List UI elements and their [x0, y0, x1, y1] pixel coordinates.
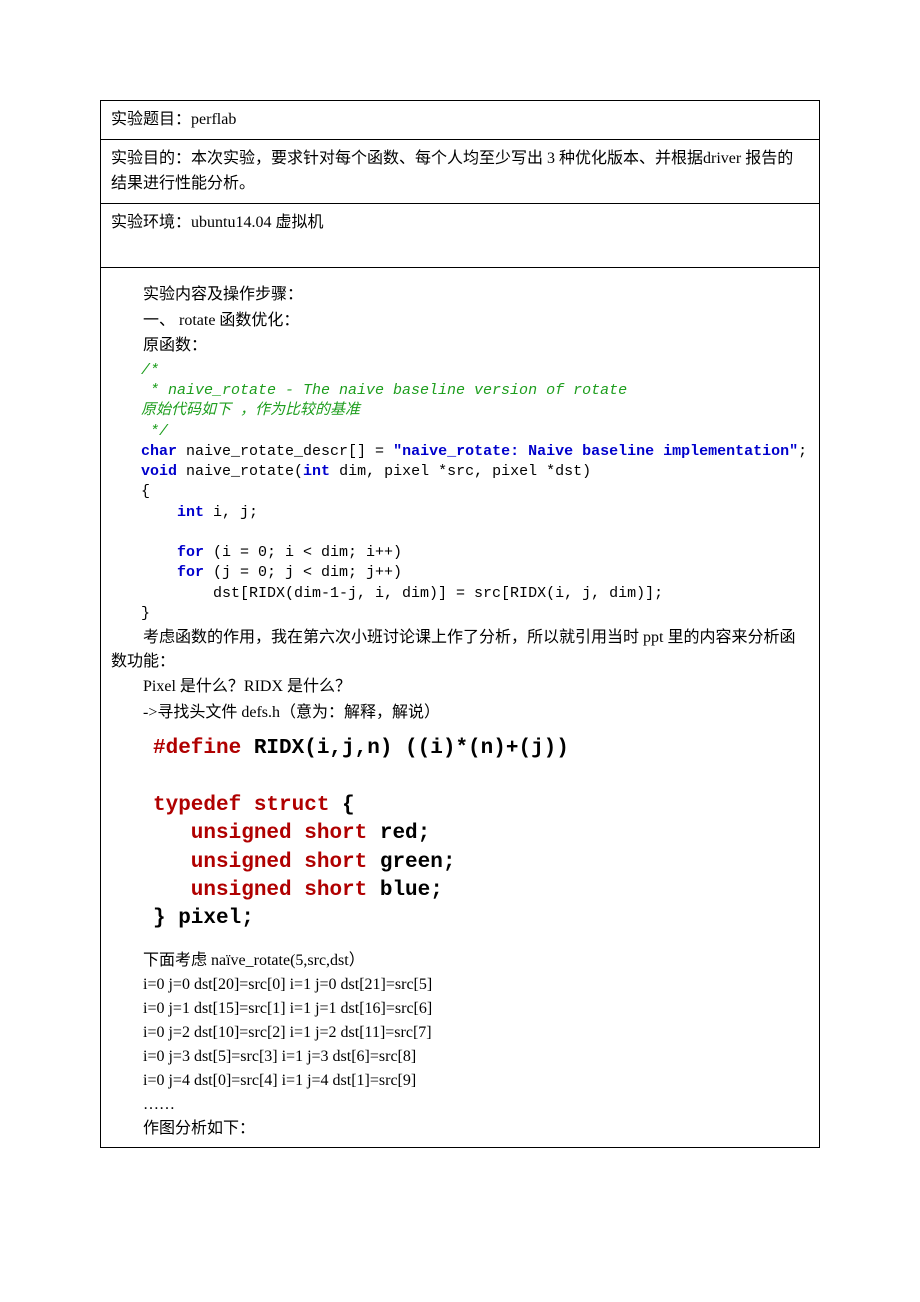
document-page: 实验题目：perflab 实验目的：本次实验，要求针对每个函数、每个人均至少写出… — [0, 0, 920, 1302]
code-text: ; — [798, 443, 807, 460]
code-keyword: #define — [153, 737, 241, 760]
title-cell: 实验题目：perflab — [100, 100, 820, 140]
trace-row: i=0 j=2 dst[10]=src[2] i=1 j=2 dst[11]=s… — [143, 1021, 809, 1045]
code-keyword: struct — [254, 794, 330, 817]
trace-block: i=0 j=0 dst[20]=src[0] i=1 j=0 dst[21]=s… — [111, 973, 809, 1141]
code-comment: */ — [141, 423, 168, 440]
code-text — [292, 822, 305, 845]
analysis-text: 考虑函数的作用，我在第六次小班讨论课上作了分析，所以就引用当时 ppt 里的内容… — [143, 629, 795, 646]
trace-row: i=0 j=3 dst[5]=src[3] i=1 j=3 dst[6]=src… — [143, 1045, 809, 1069]
code-text — [241, 794, 254, 817]
code-string: "naive_rotate: Naive baseline implementa… — [393, 443, 798, 460]
code-text: blue; — [367, 879, 443, 902]
analysis-paragraph: 考虑函数的作用，我在第六次小班讨论课上作了分析，所以就引用当时 ppt 里的内容… — [111, 626, 809, 650]
code-text: (j = 0; j < dim; j++) — [204, 564, 402, 581]
code-keyword: for — [141, 544, 204, 561]
code-text: naive_rotate( — [177, 463, 303, 480]
code-keyword: short — [304, 879, 367, 902]
code-text: naive_rotate_descr[] = — [177, 443, 393, 460]
purpose-cell: 实验目的：本次实验，要求针对每个函数、每个人均至少写出 3 种优化版本、并根据d… — [100, 140, 820, 204]
code-text: (i = 0; i < dim; i++) — [204, 544, 402, 561]
code-keyword: unsigned — [153, 879, 292, 902]
code-text — [292, 879, 305, 902]
naive-rotate-code: /* * naive_rotate - The naive baseline v… — [141, 361, 809, 624]
code-keyword: short — [304, 851, 367, 874]
code-text: } pixel; — [153, 907, 254, 930]
code-comment: * naive_rotate - The naive baseline vers… — [141, 382, 627, 399]
code-keyword: char — [141, 443, 177, 460]
code-keyword: for — [141, 564, 204, 581]
code-keyword: typedef — [153, 794, 241, 817]
code-keyword: int — [141, 504, 204, 521]
code-keyword: int — [303, 463, 330, 480]
pixel-question: Pixel 是什么？RIDX 是什么？ — [111, 674, 809, 700]
purpose-value: 本次实验，要求针对每个函数、每个人均至少写出 3 种优化版本、并根据driver… — [111, 150, 793, 193]
code-text: { — [141, 483, 150, 500]
code-text: } — [141, 605, 150, 622]
orig-func-label: 原函数： — [111, 333, 809, 359]
code-keyword: unsigned — [153, 822, 292, 845]
code-text: { — [329, 794, 354, 817]
code-text: dim, pixel *src, pixel *dst) — [330, 463, 591, 480]
code-keyword: short — [304, 822, 367, 845]
consider-line: 下面考虑 naïve_rotate(5,src,dst） — [111, 948, 809, 974]
code-text: red; — [367, 822, 430, 845]
defs-code: #define RIDX(i,j,n) ((i)*(n)+(j)) typede… — [153, 735, 809, 933]
code-comment: /* — [141, 362, 159, 379]
env-cell: 实验环境：ubuntu14.04 虚拟机 — [100, 204, 820, 268]
trace-ellipsis: …… — [143, 1093, 809, 1117]
trace-row: i=0 j=4 dst[0]=src[4] i=1 j=4 dst[1]=src… — [143, 1069, 809, 1093]
code-keyword: unsigned — [153, 851, 292, 874]
analysis-paragraph-wrap: 数功能： — [111, 650, 809, 674]
section1-heading: 一、 rotate 函数优化： — [111, 308, 809, 334]
code-keyword: void — [141, 463, 177, 480]
env-label: 实验环境： — [111, 214, 191, 231]
code-text — [292, 851, 305, 874]
code-text: i, j; — [204, 504, 258, 521]
seek-defs-line: ->寻找头文件 defs.h（意为：解释，解说） — [111, 700, 809, 726]
purpose-label: 实验目的： — [111, 150, 191, 167]
env-value: ubuntu14.04 虚拟机 — [191, 214, 323, 231]
trace-row: i=0 j=1 dst[15]=src[1] i=1 j=1 dst[16]=s… — [143, 997, 809, 1021]
title-label: 实验题目： — [111, 111, 191, 128]
code-comment: 原始代码如下 ，作为比较的基准 — [141, 402, 360, 419]
trace-row: i=0 j=0 dst[20]=src[0] i=1 j=0 dst[21]=s… — [143, 973, 809, 997]
plot-line: 作图分析如下： — [143, 1117, 809, 1141]
title-value: perflab — [191, 111, 236, 128]
code-text: green; — [367, 851, 455, 874]
steps-heading: 实验内容及操作步骤： — [111, 282, 809, 308]
code-text: dst[RIDX(dim-1-j, i, dim)] = src[RIDX(i,… — [141, 585, 663, 602]
content-cell: 实验内容及操作步骤： 一、 rotate 函数优化： 原函数： /* * nai… — [100, 268, 820, 1148]
code-text: RIDX(i,j,n) ((i)*(n)+(j)) — [241, 737, 569, 760]
